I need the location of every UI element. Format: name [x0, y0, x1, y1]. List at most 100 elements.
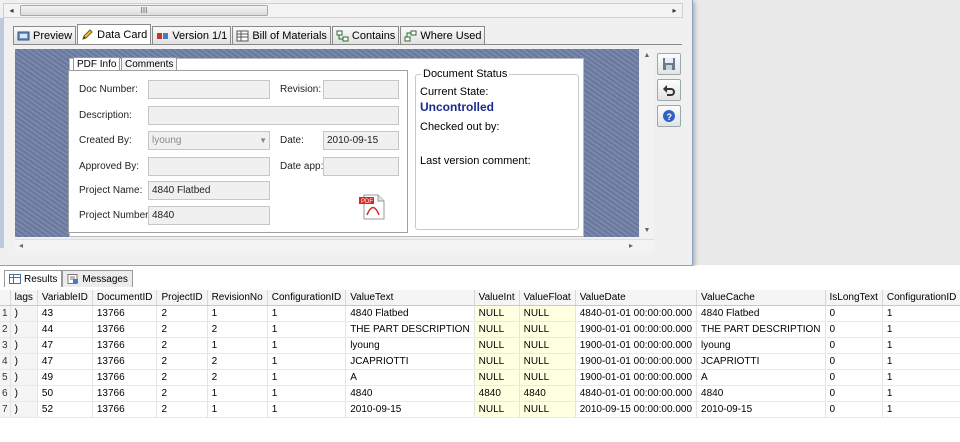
table-row[interactable]: 2) 44 13766 2 2 1 THE PART DESCRIPTION NULL NULL… [0, 321, 960, 338]
table-cell[interactable]: ) [10, 337, 38, 354]
table-cell[interactable]: 2 [207, 353, 268, 370]
table-cell[interactable]: 1 [207, 401, 268, 418]
table-cell[interactable]: 2 [156, 321, 208, 338]
table-cell[interactable]: 0 [825, 337, 883, 354]
table-cell[interactable]: 4840-01-01 00:00:00.000 [575, 305, 698, 322]
table-cell[interactable]: THE PART DESCRIPTION [696, 321, 826, 338]
column-header[interactable]: RevisionNo [207, 290, 268, 306]
table-cell[interactable]: 1 [207, 337, 268, 354]
column-header[interactable]: ValueFloat [519, 290, 576, 306]
project-name-field[interactable]: 4840 Flatbed [148, 181, 270, 200]
table-cell[interactable]: 1 [267, 337, 347, 354]
table-cell[interactable]: 0 [825, 385, 883, 402]
table-cell[interactable]: 2 [207, 369, 268, 386]
tab-preview[interactable]: Preview [13, 26, 77, 44]
table-cell[interactable]: 2 [156, 401, 208, 418]
help-button[interactable]: ? [657, 105, 681, 127]
scroll-up-icon[interactable]: ▲ [640, 52, 654, 59]
column-header[interactable]: ProjectID [156, 290, 208, 306]
table-cell[interactable]: NULL [519, 353, 576, 370]
table-cell[interactable]: lyoung [696, 337, 826, 354]
table-cell[interactable]: 2 [156, 353, 208, 370]
table-cell[interactable]: 13766 [92, 337, 158, 354]
table-row[interactable]: 4) 47 13766 2 2 1 JCAPRIOTTI NULL NULL 1900-01-01… [0, 353, 960, 370]
column-header[interactable]: ConfigurationID [882, 290, 960, 306]
column-header[interactable]: ValueCache [696, 290, 826, 306]
table-cell[interactable]: 4840 [519, 385, 576, 402]
table-row[interactable]: 1) 43 13766 2 1 1 4840 Flatbed NULL NULL 4840-01-… [0, 305, 960, 322]
table-cell[interactable]: 0 [825, 369, 883, 386]
table-cell[interactable]: 4840-01-01 00:00:00.000 [575, 385, 698, 402]
table-cell[interactable]: 1 [207, 305, 268, 322]
column-header[interactable]: ValueText [345, 290, 475, 306]
table-cell[interactable]: 47 [37, 353, 93, 370]
scroll-left-arrow-icon[interactable]: ◂ [4, 4, 19, 17]
table-cell[interactable]: 1 [267, 305, 347, 322]
column-header[interactable]: DocumentID [92, 290, 158, 306]
table-cell[interactable]: 2010-09-15 [696, 401, 826, 418]
table-cell[interactable]: NULL [474, 369, 520, 386]
table-cell[interactable]: 52 [37, 401, 93, 418]
table-cell[interactable]: NULL [474, 401, 520, 418]
table-cell[interactable]: 4840 [696, 385, 826, 402]
table-cell[interactable]: JCAPRIOTTI [696, 353, 826, 370]
table-row[interactable]: 5) 49 13766 2 2 1 A NULL NULL 1900-01-01 00:00:00… [0, 369, 960, 386]
table-cell[interactable]: 0 [825, 401, 883, 418]
horizontal-scrollbar[interactable]: ◂ III ▸ [3, 3, 683, 18]
table-cell[interactable]: 0 [825, 321, 883, 338]
table-cell[interactable]: 44 [37, 321, 93, 338]
table-cell[interactable]: 1900-01-01 00:00:00.000 [575, 369, 698, 386]
table-cell[interactable]: 1 [882, 385, 960, 402]
save-button[interactable] [657, 53, 681, 75]
table-row[interactable]: 6) 50 13766 2 1 1 4840 4840 4840 4840-01-01 00:00… [0, 385, 960, 402]
scroll-left-icon[interactable]: ◂ [19, 241, 23, 250]
table-cell[interactable]: 4840 [474, 385, 520, 402]
table-cell[interactable]: 2010-09-15 [345, 401, 475, 418]
results-grid[interactable]: lags VariableID DocumentID ProjectID Rev… [0, 290, 960, 418]
table-cell[interactable]: 4840 Flatbed [696, 305, 826, 322]
table-cell[interactable]: NULL [474, 321, 520, 338]
table-cell[interactable]: NULL [474, 337, 520, 354]
table-cell[interactable]: NULL [519, 337, 576, 354]
tab-bill-of-materials[interactable]: Bill of Materials [232, 26, 331, 44]
table-cell[interactable]: lyoung [345, 337, 475, 354]
table-cell[interactable]: 13766 [92, 385, 158, 402]
table-cell[interactable]: ) [10, 305, 38, 322]
table-cell[interactable]: 1 [267, 385, 347, 402]
table-cell[interactable]: A [696, 369, 826, 386]
doc-number-field[interactable] [148, 80, 270, 99]
project-number-field[interactable]: 4840 [148, 206, 270, 225]
revision-field[interactable] [323, 80, 399, 99]
bottom-scrollbar[interactable]: ◂ ▸ [15, 239, 654, 253]
table-cell[interactable]: 2 [156, 369, 208, 386]
column-header[interactable]: VariableID [37, 290, 93, 306]
table-cell[interactable]: 1 [267, 401, 347, 418]
table-cell[interactable]: A [345, 369, 475, 386]
table-cell[interactable]: ) [10, 369, 38, 386]
table-cell[interactable]: 13766 [92, 321, 158, 338]
table-cell[interactable]: 1 [207, 385, 268, 402]
table-cell[interactable]: THE PART DESCRIPTION [345, 321, 475, 338]
table-cell[interactable]: NULL [474, 305, 520, 322]
table-cell[interactable]: 13766 [92, 353, 158, 370]
table-cell[interactable]: 1 [882, 353, 960, 370]
column-header[interactable]: ValueInt [474, 290, 520, 306]
table-cell[interactable]: ) [10, 385, 38, 402]
column-header[interactable]: ConfigurationID [267, 290, 347, 306]
table-cell[interactable]: 0 [825, 305, 883, 322]
tab-version[interactable]: Version 1/1 [152, 26, 232, 44]
table-cell[interactable]: 13766 [92, 369, 158, 386]
table-row[interactable]: 7) 52 13766 2 1 1 2010-09-15 NULL NULL 2010-09-15… [0, 401, 960, 418]
table-cell[interactable]: NULL [519, 305, 576, 322]
table-cell[interactable]: 49 [37, 369, 93, 386]
table-cell[interactable]: 1 [882, 401, 960, 418]
table-cell[interactable]: 43 [37, 305, 93, 322]
table-cell[interactable]: 13766 [92, 401, 158, 418]
column-header[interactable]: lags [10, 290, 38, 306]
scroll-right-icon[interactable]: ▸ [629, 241, 633, 250]
table-cell[interactable]: 13766 [92, 305, 158, 322]
column-header[interactable]: IsLongText [825, 290, 883, 306]
table-cell[interactable]: ) [10, 353, 38, 370]
description-field[interactable] [148, 106, 399, 125]
table-row[interactable]: 3) 47 13766 2 1 1 lyoung NULL NULL 1900-01-01 00:… [0, 337, 960, 354]
